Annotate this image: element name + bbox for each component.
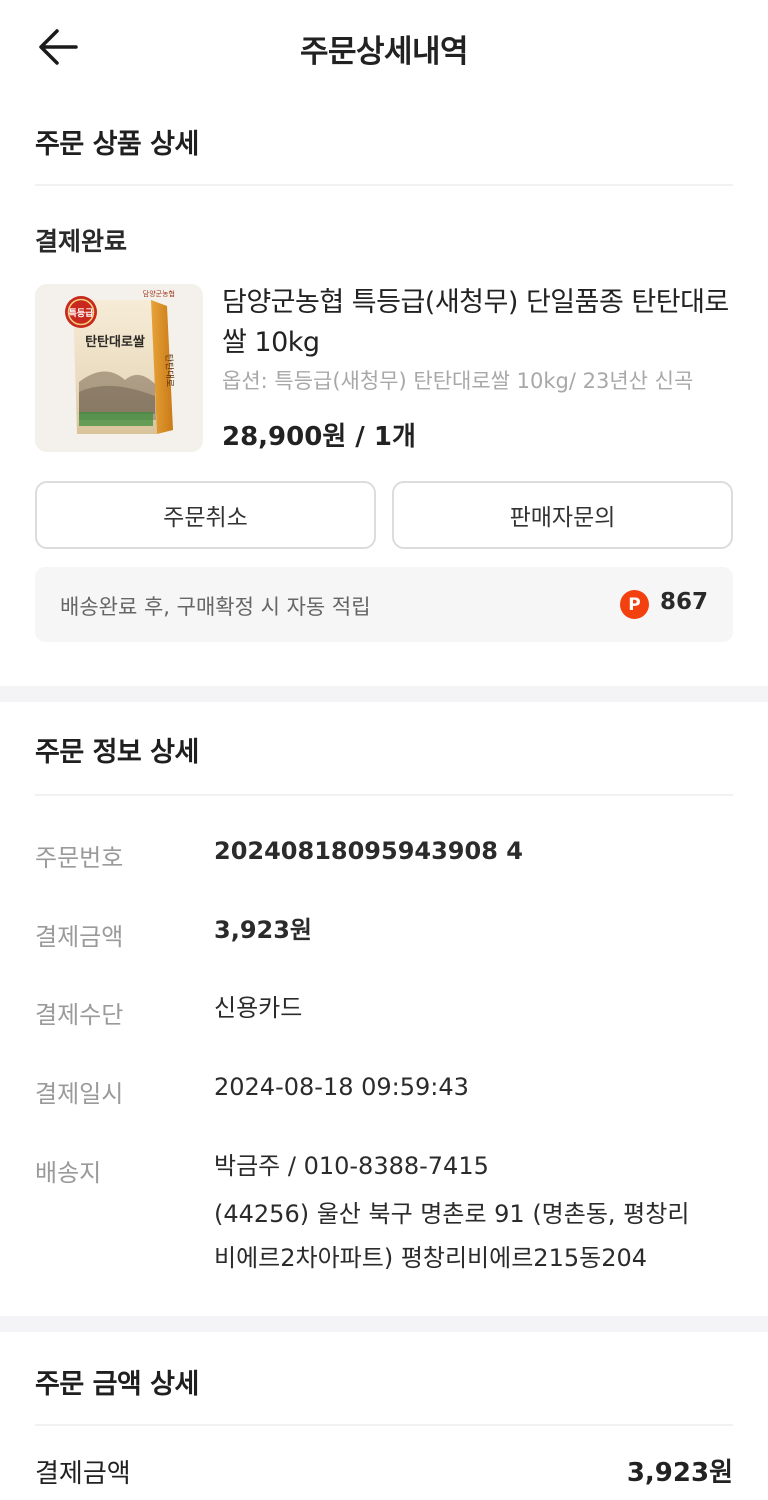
shipping-address-label: 배송지	[35, 1159, 102, 1187]
svg-text:특등급: 특등급	[69, 308, 95, 319]
seller-inquiry-button[interactable]: 판매자문의	[392, 481, 733, 549]
rice-bag-image: 특등급 탄탄대로쌀 담양군농협 탄탄대로	[35, 284, 203, 452]
cancel-order-button[interactable]: 주문취소	[35, 481, 376, 549]
points-description: 배송완료 후, 구매확정 시 자동 적립	[60, 595, 371, 619]
order-info-section-title: 주문 정보 상세	[35, 737, 199, 768]
payment-amount-label: 결제금액	[35, 923, 124, 951]
svg-text:담양군농협: 담양군농협	[143, 289, 175, 298]
points-value: 867	[660, 589, 709, 615]
points-info-box: 배송완료 후, 구매확정 시 자동 적립 P 867	[35, 567, 733, 642]
svg-text:탄탄대로쌀: 탄탄대로쌀	[85, 334, 145, 350]
section-separator	[0, 686, 768, 702]
address-line-2: 비에르2차아파트) 평창리비에르215동204	[214, 1244, 647, 1272]
total-amount-value: 3,923원	[626, 1458, 733, 1488]
top-bar: 주문상세내역	[0, 0, 768, 95]
product-section-title: 주문 상품 상세	[35, 129, 199, 160]
divider	[35, 794, 733, 796]
payment-datetime-value: 2024-08-18 09:59:43	[214, 1073, 469, 1101]
payment-amount-value: 3,923원	[214, 916, 312, 944]
product-name[interactable]: 담양군농협 특등급(새청무) 단일품종 탄탄대로쌀 10kg	[222, 283, 737, 363]
divider	[35, 1424, 733, 1426]
divider	[35, 184, 733, 186]
svg-text:탄탄대로: 탄탄대로	[163, 354, 175, 387]
points-icon: P	[620, 590, 649, 619]
order-number-value: 20240818095943908 4	[214, 837, 523, 865]
payment-datetime-label: 결제일시	[35, 1080, 124, 1108]
amount-section-title: 주문 금액 상세	[35, 1369, 199, 1400]
address-line-1: (44256) 울산 북구 명촌로 91 (명촌동, 평창리	[214, 1200, 690, 1228]
order-number-label: 주문번호	[35, 844, 124, 872]
product-price-quantity: 28,900원 / 1개	[222, 422, 416, 452]
recipient-contact: 박금주 / 010-8388-7415	[214, 1152, 489, 1180]
product-option: 옵션: 특등급(새청무) 탄탄대로쌀 10kg/ 23년산 신곡	[222, 369, 694, 393]
payment-method-label: 결제수단	[35, 1001, 124, 1029]
total-amount-label: 결제금액	[35, 1459, 131, 1489]
page-title: 주문상세내역	[299, 34, 469, 70]
section-separator	[0, 1316, 768, 1332]
order-status: 결제완료	[35, 227, 128, 256]
product-thumbnail[interactable]: 특등급 탄탄대로쌀 담양군농협 탄탄대로	[35, 284, 203, 452]
payment-method-value: 신용카드	[214, 994, 303, 1022]
